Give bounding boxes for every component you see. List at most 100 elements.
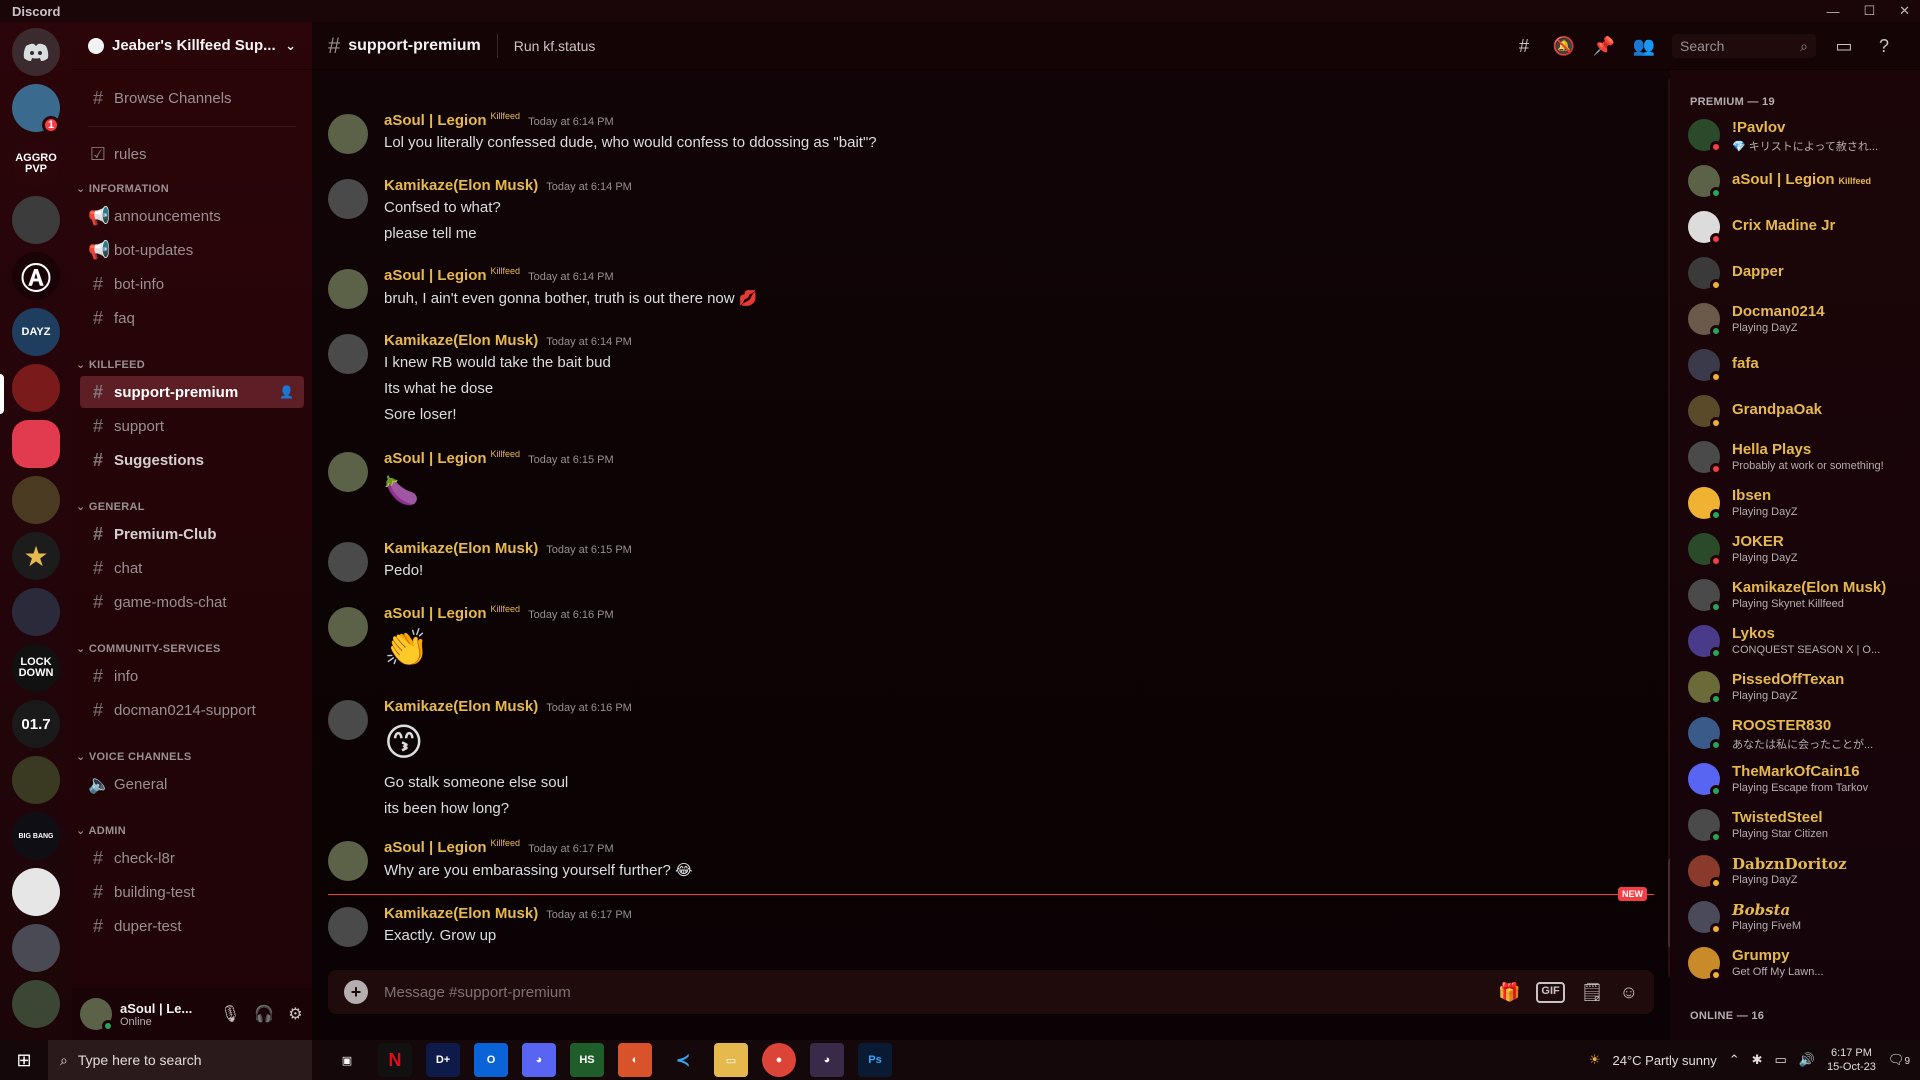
close-icon[interactable]: ✕ <box>1899 3 1910 19</box>
help-icon[interactable]: ? <box>1872 34 1896 58</box>
category-general[interactable]: ⌄ GENERAL <box>76 500 145 513</box>
discord-active-icon[interactable]: ◕ <box>810 1043 844 1077</box>
server-lockdown[interactable]: LOCK DOWN <box>12 644 60 692</box>
minimize-icon[interactable]: — <box>1826 4 1839 19</box>
inbox-icon[interactable]: ▭ <box>1832 34 1856 58</box>
message-author[interactable]: aSoul | Legion <box>384 605 487 622</box>
member-item[interactable]: aSoul | Legion Killfeed <box>1688 160 1918 202</box>
member-item[interactable]: JOKER Playing DayZ <box>1688 528 1918 570</box>
emoji-icon[interactable]: ☺ <box>1620 982 1638 1003</box>
voice-channel-general[interactable]: 🔈 General <box>80 768 304 800</box>
threads-icon[interactable]: # <box>1512 34 1536 58</box>
members-icon[interactable]: 👥 <box>1632 34 1656 58</box>
server-dayz[interactable]: DAYZ <box>12 308 60 356</box>
channel-chat[interactable]: # chat <box>80 552 304 584</box>
clock[interactable]: 6:17 PM 15-Oct-23 <box>1827 1046 1876 1074</box>
photoshop-icon[interactable]: Ps <box>858 1043 892 1077</box>
maximize-icon[interactable]: ☐ <box>1863 3 1875 19</box>
server-doc[interactable] <box>12 868 60 916</box>
chevron-up-icon[interactable]: ⌃ <box>1729 1052 1740 1068</box>
file-explorer-icon[interactable]: ▭ <box>714 1043 748 1077</box>
channel-support[interactable]: # support <box>80 410 304 442</box>
add-attachment-button[interactable]: + <box>344 980 368 1004</box>
member-item[interactable]: fafa <box>1688 344 1918 386</box>
server-globe[interactable] <box>12 588 60 636</box>
message-author[interactable]: Kamikaze(Elon Musk) <box>384 905 538 922</box>
hs-app-icon[interactable]: HS <box>570 1043 604 1077</box>
sticker-icon[interactable]: 🗒 <box>1581 982 1604 1003</box>
category-voice-channels[interactable]: ⌄ VOICE CHANNELS <box>76 750 191 763</box>
avatar[interactable] <box>328 907 368 947</box>
add-member-icon[interactable]: 👤 <box>279 385 294 399</box>
outlook-icon[interactable]: O <box>474 1043 508 1077</box>
avatar[interactable] <box>80 998 114 1032</box>
member-item[interactable]: Grumpy Get Off My Lawn... <box>1688 942 1918 984</box>
message-author[interactable]: aSoul | Legion <box>384 267 487 284</box>
message-author[interactable]: Kamikaze(Elon Musk) <box>384 332 538 349</box>
channel-bot-updates[interactable]: 📢 bot-updates <box>80 234 304 266</box>
member-item[interactable]: Kamikaze(Elon Musk) Playing Skynet Killfe… <box>1688 574 1918 616</box>
server-city[interactable] <box>12 924 60 972</box>
member-item[interactable]: DabznDoritoz Playing DayZ <box>1688 850 1918 892</box>
task-view-icon[interactable]: ▣ <box>330 1043 364 1077</box>
server-red-folder[interactable] <box>12 420 60 468</box>
member-item[interactable]: TwistedSteel Playing Star Citizen <box>1688 804 1918 846</box>
member-item[interactable]: !Pavlov 💎 キリストによって赦され... <box>1688 114 1918 156</box>
taskbar-search-input[interactable]: ⌕ Type here to search <box>48 1040 312 1080</box>
network-icon[interactable]: ▭ <box>1775 1052 1787 1068</box>
server-soldier[interactable] <box>12 980 60 1028</box>
server-anarchy[interactable]: Ⓐ <box>12 252 60 300</box>
member-item[interactable]: Dapper <box>1688 252 1918 294</box>
message-author[interactable]: aSoul | Legion <box>384 450 487 467</box>
member-item[interactable]: ROOSTER830 あなたは私に会ったことが... <box>1688 712 1918 754</box>
message-author[interactable]: aSoul | Legion <box>384 112 487 129</box>
category-information[interactable]: ⌄ INFORMATION <box>76 182 169 195</box>
gift-icon[interactable]: 🎁 <box>1498 982 1520 1003</box>
discord-icon[interactable]: ◕ <box>522 1043 556 1077</box>
channel-rules[interactable]: ☑ rules <box>80 138 304 170</box>
message-input[interactable]: Message #support-premium <box>384 984 571 1001</box>
channel-support-premium[interactable]: # support-premium 👤 <box>80 376 304 408</box>
channel-docman-support[interactable]: # docman0214-support <box>80 694 304 726</box>
channel-premium-club[interactable]: # Premium-Club <box>80 518 304 550</box>
avatar[interactable] <box>328 334 368 374</box>
windows-start-icon[interactable]: ⊞ <box>0 1040 48 1080</box>
gear-icon[interactable]: ⚙ <box>288 1004 302 1024</box>
channel-info[interactable]: # info <box>80 660 304 692</box>
category-killfeed[interactable]: ⌄ KILLFEED <box>76 358 145 371</box>
member-item[interactable]: Docman0214 Playing DayZ <box>1688 298 1918 340</box>
channel-game-mods-chat[interactable]: # game-mods-chat <box>80 586 304 618</box>
server-helmet[interactable] <box>12 476 60 524</box>
channel-bot-info[interactable]: # bot-info <box>80 268 304 300</box>
server-star[interactable]: ★ <box>12 532 60 580</box>
pin-icon[interactable]: 📌 <box>1592 34 1616 58</box>
browse-channels[interactable]: # Browse Channels <box>80 82 304 114</box>
server-aggro[interactable]: AGGRO PVP <box>12 140 60 188</box>
member-item[interactable]: Ibsen Playing DayZ <box>1688 482 1918 524</box>
gif-button[interactable]: GIF <box>1536 981 1565 1003</box>
disney-plus-icon[interactable]: D+ <box>426 1043 460 1077</box>
avatar[interactable] <box>328 841 368 881</box>
category-admin[interactable]: ⌄ ADMIN <box>76 824 126 837</box>
bell-muted-icon[interactable]: 🔕 <box>1552 34 1576 58</box>
server-017[interactable]: 01.7 <box>12 700 60 748</box>
bluetooth-icon[interactable]: ✱ <box>1752 1052 1763 1068</box>
server-header[interactable]: Jeaber's Killfeed Sup... ⌄ <box>72 22 312 70</box>
volume-icon[interactable]: 🔊 <box>1799 1052 1815 1068</box>
microphone-icon[interactable]: 🎙 <box>220 1004 240 1024</box>
category-community-services[interactable]: ⌄ COMMUNITY-SERVICES <box>76 642 221 655</box>
member-item[interactable]: Crix Madine Jr <box>1688 206 1918 248</box>
server-skull[interactable] <box>12 196 60 244</box>
member-item[interactable]: Lykos CONQUEST SEASON X | O... <box>1688 620 1918 662</box>
member-item[interactable]: PissedOffTexan Playing DayZ <box>1688 666 1918 708</box>
message-author[interactable]: aSoul | Legion <box>384 839 487 856</box>
avatar[interactable] <box>328 607 368 647</box>
member-item[interactable]: Hella Plays Probably at work or something… <box>1688 436 1918 478</box>
avatar[interactable] <box>328 179 368 219</box>
channel-topic[interactable]: Run kf.status <box>514 38 596 54</box>
red-app-icon[interactable]: ◐ <box>618 1043 652 1077</box>
member-item[interactable]: Bobsta Playing FiveM <box>1688 896 1918 938</box>
server-bigbang[interactable]: BIG BANG <box>12 812 60 860</box>
avatar[interactable] <box>328 452 368 492</box>
home-button[interactable] <box>12 28 60 76</box>
